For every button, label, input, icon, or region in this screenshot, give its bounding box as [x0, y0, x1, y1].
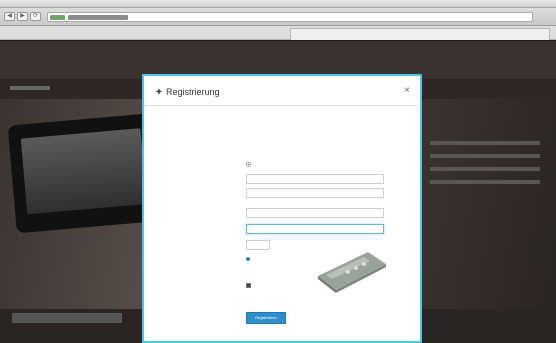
- secure-lock-icon: [50, 15, 65, 20]
- info-icon: [246, 256, 250, 261]
- window-title: [0, 0, 556, 8]
- checkbox-icon[interactable]: [246, 283, 251, 289]
- back-icon[interactable]: ◀: [4, 12, 15, 21]
- side-link[interactable]: [430, 167, 540, 171]
- dialog-header: ✚ Registrierung ×: [144, 76, 420, 106]
- forward-icon[interactable]: ▶: [17, 12, 28, 21]
- email-confirm-field[interactable]: [246, 224, 384, 234]
- salutation-radio[interactable]: [246, 162, 253, 168]
- salutation-row: [144, 160, 420, 172]
- lastname-row: [144, 188, 420, 200]
- firstname-field[interactable]: [246, 174, 384, 184]
- close-icon[interactable]: ×: [404, 85, 410, 96]
- reload-icon[interactable]: ⟳: [30, 12, 41, 21]
- logo-placeholder: [10, 86, 50, 90]
- email-row: [144, 208, 420, 220]
- firstname-row: [144, 174, 420, 186]
- lastname-field[interactable]: [246, 188, 384, 198]
- tablet-screen: [20, 128, 147, 215]
- register-button[interactable]: Registrieren: [246, 312, 286, 324]
- terms-consent[interactable]: [246, 283, 392, 289]
- browser-toolbar: ◀ ▶ ⟳: [0, 8, 556, 26]
- card-number-field[interactable]: [246, 240, 270, 250]
- email-field[interactable]: [246, 208, 384, 218]
- side-link[interactable]: [430, 180, 540, 184]
- address-bar[interactable]: [47, 12, 533, 22]
- side-links: [430, 141, 540, 193]
- card-help-link[interactable]: [246, 256, 252, 261]
- dialog-title: Registrierung: [166, 87, 220, 97]
- key-icon: ✚: [156, 89, 162, 96]
- email-confirm-row: [144, 224, 420, 236]
- hero-title: [12, 313, 122, 323]
- tab-bar: [0, 26, 556, 40]
- side-link[interactable]: [430, 141, 540, 145]
- registration-dialog: ✚ Registrierung × Registrieren: [142, 74, 422, 343]
- radio-icon[interactable]: [246, 162, 251, 168]
- active-tab[interactable]: [290, 28, 550, 40]
- side-link[interactable]: [430, 154, 540, 158]
- url-text: [68, 15, 128, 20]
